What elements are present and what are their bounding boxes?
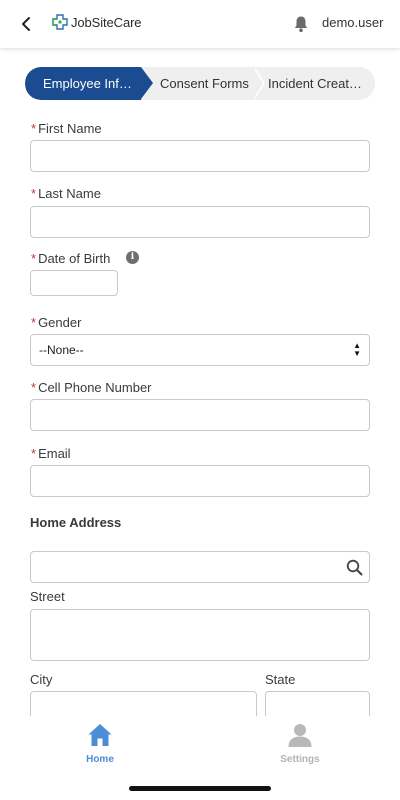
email-input[interactable] bbox=[30, 465, 370, 497]
tab-home[interactable]: Home bbox=[60, 722, 140, 765]
gender-selected-value: --None-- bbox=[39, 343, 84, 357]
required-marker: * bbox=[31, 446, 37, 461]
path-step-label: Incident Creat… bbox=[268, 76, 362, 91]
gender-label-text: Gender bbox=[38, 315, 82, 330]
cell-phone-label: * Cell Phone Number bbox=[31, 380, 152, 395]
user-name[interactable]: demo.user bbox=[322, 15, 383, 30]
tab-settings-label: Settings bbox=[280, 754, 320, 765]
required-marker: * bbox=[31, 121, 37, 136]
cell-phone-input[interactable] bbox=[30, 399, 370, 431]
address-search-input[interactable] bbox=[30, 551, 370, 583]
state-label: State bbox=[265, 672, 296, 687]
email-label: * Email bbox=[31, 446, 71, 461]
last-name-input[interactable] bbox=[30, 206, 370, 238]
date-of-birth-label: * Date of Birth bbox=[31, 251, 110, 266]
cell-phone-label-text: Cell Phone Number bbox=[38, 380, 152, 395]
back-button[interactable] bbox=[16, 14, 36, 34]
first-name-label: * First Name bbox=[31, 121, 102, 136]
date-of-birth-input[interactable] bbox=[30, 270, 118, 296]
first-name-label-text: First Name bbox=[38, 121, 102, 136]
home-icon bbox=[88, 724, 112, 746]
street-label: Street bbox=[30, 589, 65, 604]
up-down-arrows-icon: ▲ ▼ bbox=[353, 341, 361, 358]
date-of-birth-label-text: Date of Birth bbox=[38, 251, 111, 266]
path-step-arrow bbox=[141, 67, 153, 99]
chevron-left-icon bbox=[22, 17, 30, 31]
first-name-input[interactable] bbox=[30, 140, 370, 172]
home-address-title: Home Address bbox=[30, 515, 122, 530]
last-name-label-text: Last Name bbox=[38, 186, 101, 201]
path-step-label: Consent Forms bbox=[160, 76, 249, 91]
progress-path: Employee Inf… Consent Forms Incident Cre… bbox=[25, 67, 375, 100]
required-marker: * bbox=[31, 315, 37, 330]
person-icon bbox=[288, 724, 312, 747]
home-indicator bbox=[129, 786, 271, 791]
brand: JobSiteCare bbox=[52, 14, 142, 30]
gender-select[interactable]: --None-- ▲ ▼ bbox=[30, 334, 370, 366]
path-separator-inner bbox=[253, 67, 263, 99]
info-icon[interactable]: i bbox=[126, 251, 139, 264]
path-step-label: Employee Inf… bbox=[43, 76, 132, 91]
app-header: JobSiteCare demo.user bbox=[0, 0, 400, 48]
gender-label: * Gender bbox=[31, 315, 81, 330]
path-step-employee-info[interactable]: Employee Inf… bbox=[25, 67, 141, 100]
required-marker: * bbox=[31, 380, 37, 395]
path-step-incident-creation[interactable]: Incident Creat… bbox=[268, 67, 362, 100]
path-step-consent-forms[interactable]: Consent Forms bbox=[160, 67, 249, 100]
search-icon[interactable] bbox=[346, 559, 363, 576]
bell-icon[interactable] bbox=[293, 15, 309, 33]
tab-settings[interactable]: Settings bbox=[260, 722, 340, 765]
tab-home-label: Home bbox=[86, 754, 114, 765]
email-label-text: Email bbox=[38, 446, 71, 461]
medical-cross-logo bbox=[52, 14, 68, 30]
street-input[interactable] bbox=[30, 609, 370, 661]
brand-name: JobSiteCare bbox=[71, 14, 142, 30]
last-name-label: * Last Name bbox=[31, 186, 101, 201]
required-marker: * bbox=[31, 186, 37, 201]
required-marker: * bbox=[31, 251, 37, 266]
city-label: City bbox=[30, 672, 53, 687]
